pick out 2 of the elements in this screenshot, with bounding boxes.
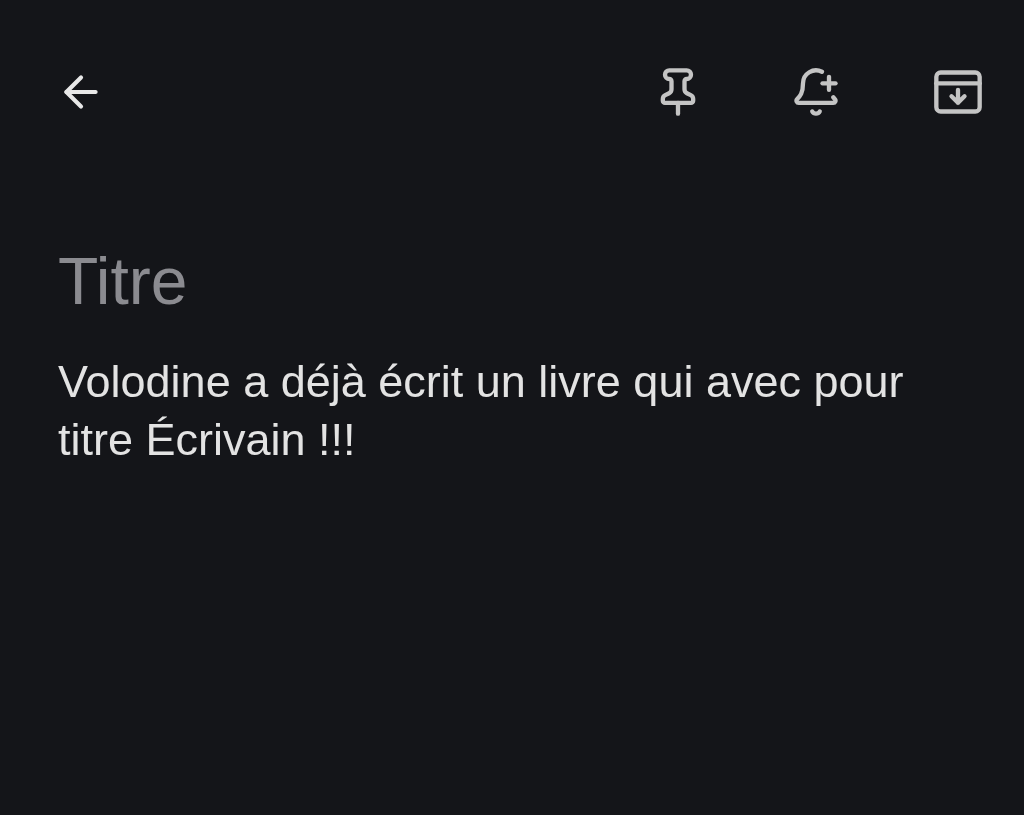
note-body-field[interactable]: Volodine a déjà écrit un livre qui avec pour titre Écrivain !!! [58,353,958,469]
title-field[interactable]: Titre [58,232,858,331]
